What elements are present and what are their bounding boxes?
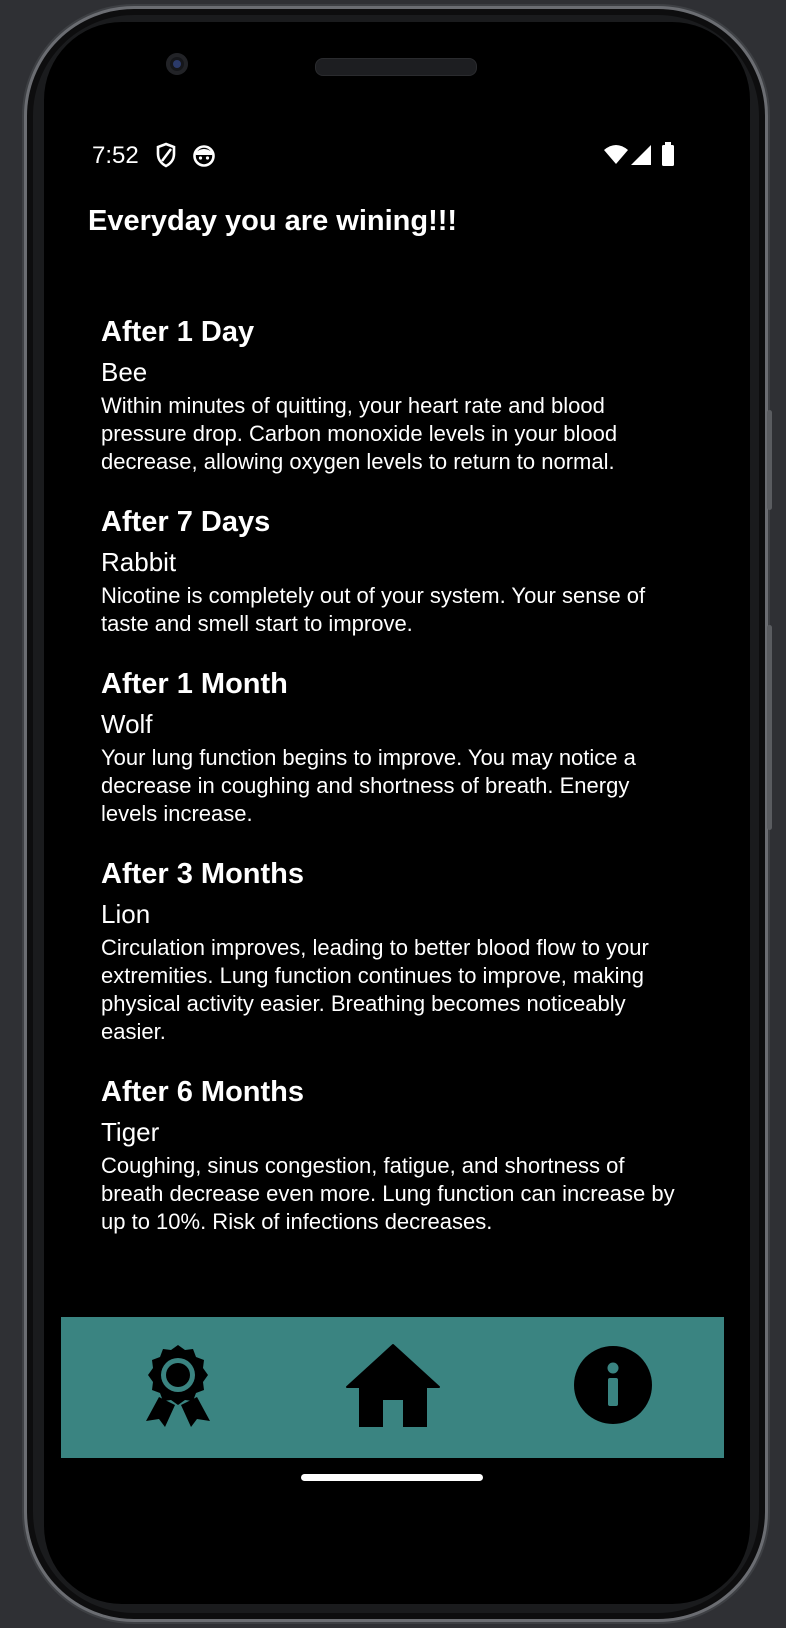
face-icon [192,142,216,173]
power-button [767,625,772,830]
milestone-list: After 1 Day Bee Within minutes of quitti… [101,314,681,1264]
signal-icon [630,144,652,171]
nav-home-button[interactable] [323,1317,463,1458]
milestone-item: After 1 Month Wolf Your lung function be… [101,666,681,828]
milestone-description: Within minutes of quitting, your heart r… [101,393,618,474]
milestone-item: After 6 Months Tiger Coughing, sinus con… [101,1074,681,1236]
volume-button [767,410,772,510]
milestone-animal: Wolf [101,709,153,739]
milestone-title: After 6 Months [101,1076,304,1108]
milestone-item: After 7 Days Rabbit Nicotine is complete… [101,504,681,638]
nav-info-button[interactable] [543,1317,683,1458]
milestone-description: Your lung function begins to improve. Yo… [101,745,636,826]
battery-icon [661,142,675,171]
milestone-title: After 1 Month [101,668,288,700]
milestone-animal: Tiger [101,1117,160,1147]
info-icon [573,1345,653,1430]
front-camera [166,53,188,75]
milestone-description: Circulation improves, leading to better … [101,935,649,1044]
milestone-title: After 1 Day [101,316,255,348]
earpiece-speaker [315,58,477,76]
page-title: Everyday you are wining!!! [88,205,458,237]
milestone-animal: Lion [101,899,151,929]
award-icon [142,1343,214,1432]
status-time: 7:52 [92,142,139,169]
milestone-title: After 7 Days [101,506,271,538]
home-indicator[interactable] [301,1474,483,1481]
nav-achievements-button[interactable] [108,1317,248,1458]
milestone-description: Coughing, sinus congestion, fatigue, and… [101,1153,675,1234]
milestone-description: Nicotine is completely out of your syste… [101,583,646,636]
milestone-animal: Rabbit [101,547,177,577]
milestone-item: After 1 Day Bee Within minutes of quitti… [101,314,681,476]
milestone-animal: Bee [101,357,148,387]
wifi-icon [603,144,629,171]
shield-icon [155,142,177,173]
milestone-title: After 3 Months [101,858,304,890]
status-bar: 7:52 [92,140,682,172]
home-icon [345,1343,441,1432]
bottom-navigation [61,1317,724,1458]
milestone-item: After 3 Months Lion Circulation improves… [101,856,681,1046]
